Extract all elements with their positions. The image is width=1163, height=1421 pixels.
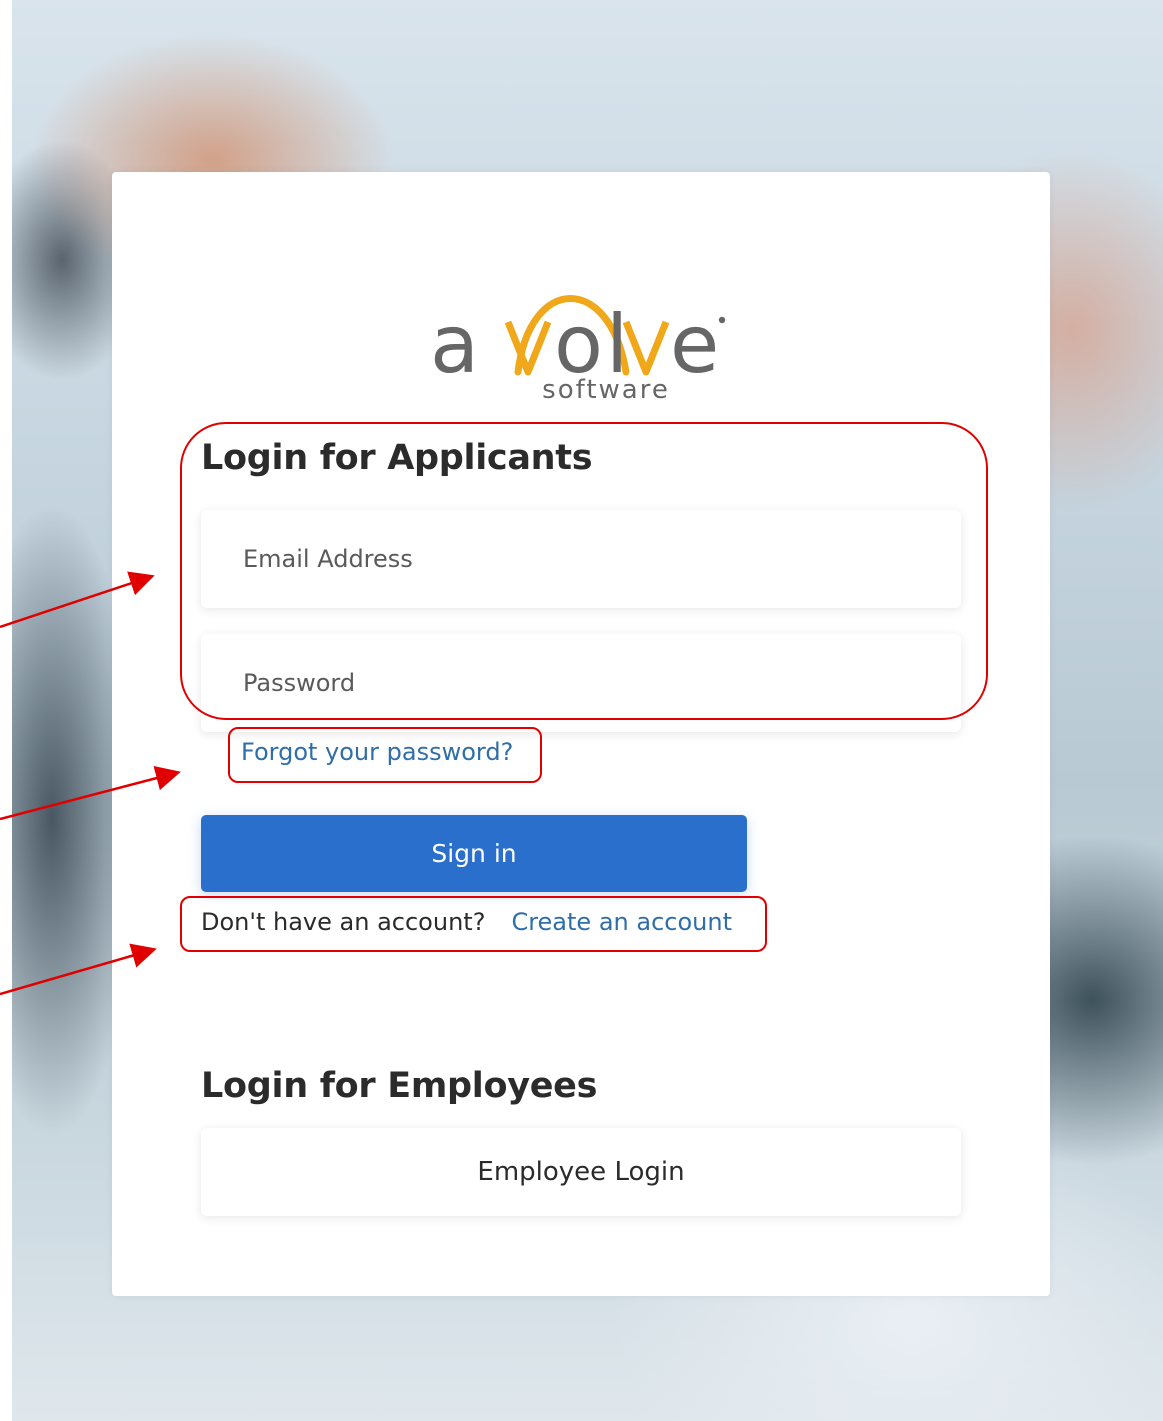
login-page: a o l e software Login for Applicants Fo…	[0, 0, 1163, 1421]
create-account-link[interactable]: Create an account	[511, 908, 732, 936]
svg-text:a: a	[430, 298, 479, 391]
create-account-row: Don't have an account? Create an account	[201, 908, 732, 936]
svg-text:e: e	[670, 298, 719, 391]
applicants-title: Login for Applicants	[201, 438, 593, 478]
forgot-password-link[interactable]: Forgot your password?	[241, 738, 513, 766]
login-card: a o l e software Login for Applicants Fo…	[112, 172, 1050, 1296]
email-field[interactable]	[201, 510, 961, 608]
employees-title: Login for Employees	[201, 1066, 598, 1106]
avolve-logo: a o l e software	[430, 254, 750, 404]
sign-in-button[interactable]: Sign in	[201, 815, 747, 892]
email-input[interactable]	[243, 545, 961, 573]
avolve-logo-graphic: a o l e software	[430, 295, 726, 404]
page-margin	[0, 0, 12, 1421]
employee-login-button[interactable]: Employee Login	[201, 1128, 961, 1216]
password-input[interactable]	[243, 669, 961, 697]
no-account-text: Don't have an account?	[201, 908, 486, 936]
svg-text:software: software	[542, 375, 670, 404]
password-field[interactable]	[201, 634, 961, 732]
